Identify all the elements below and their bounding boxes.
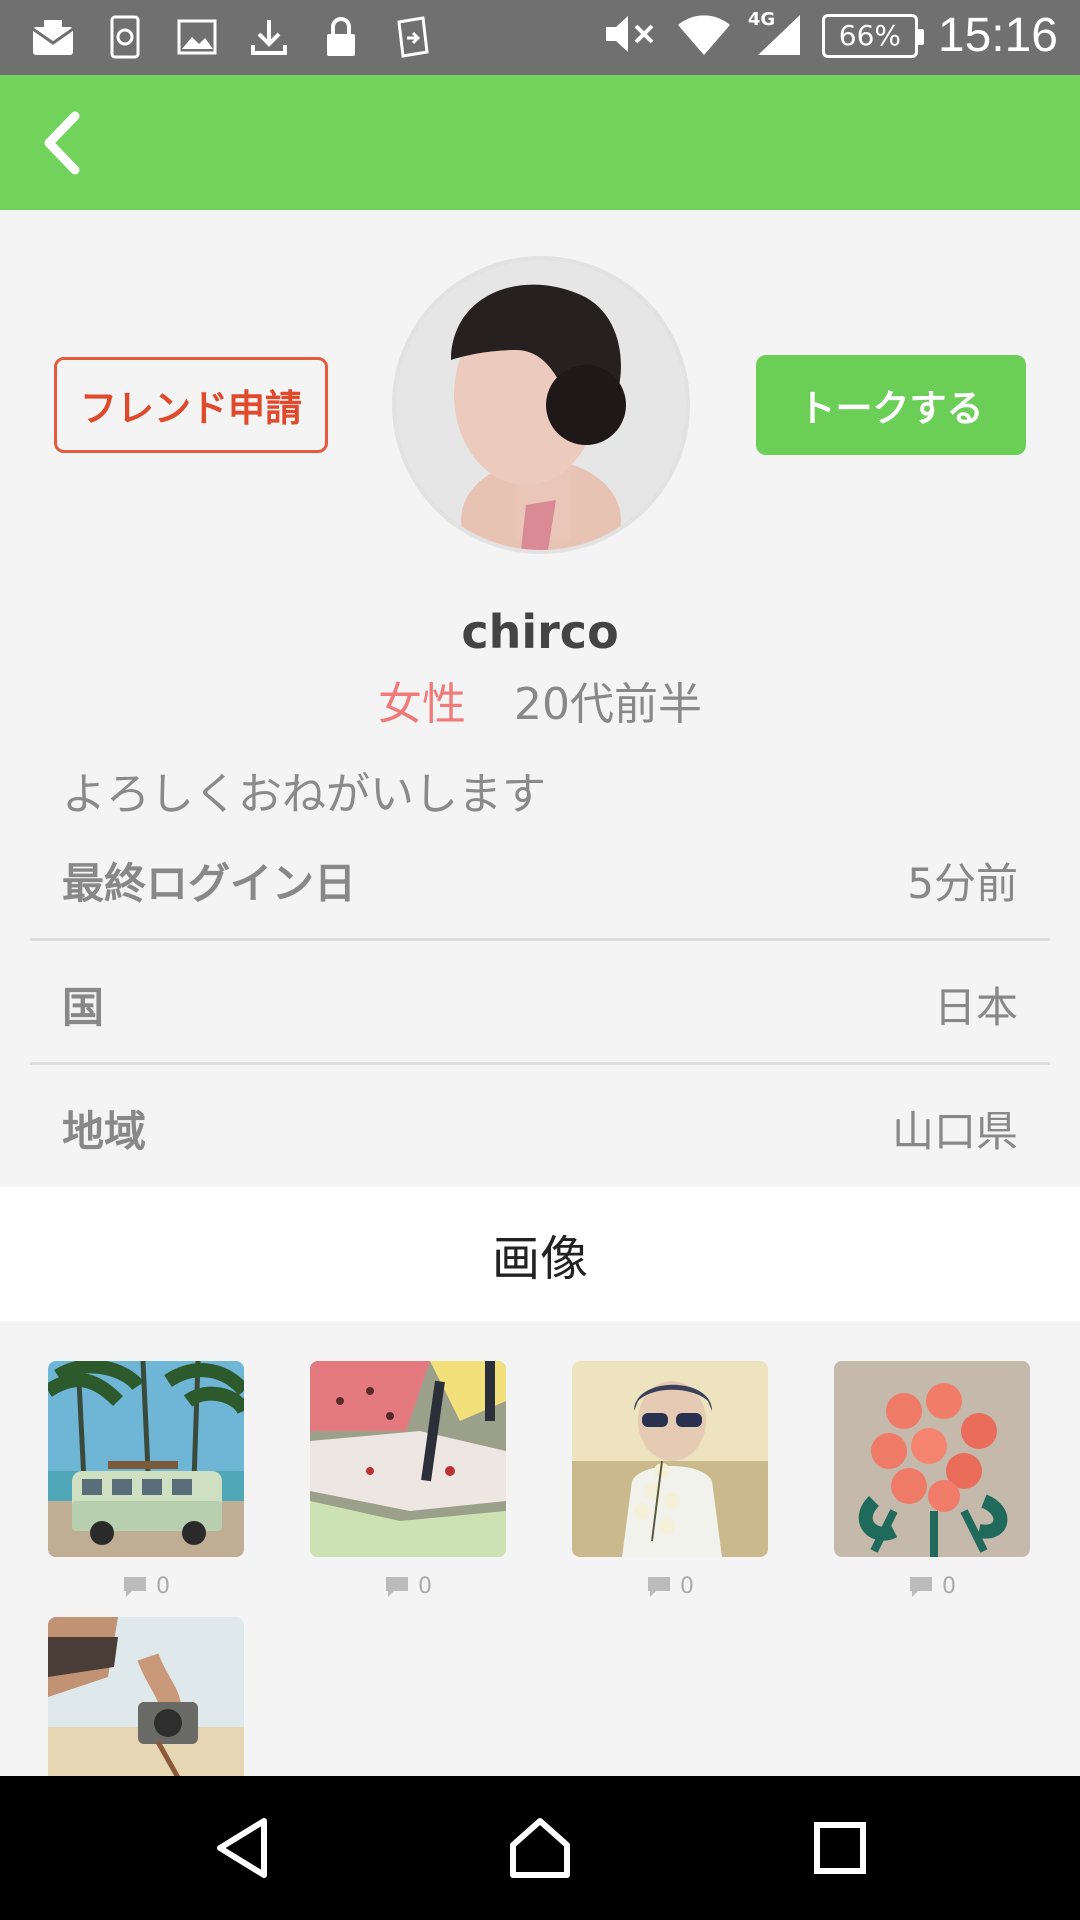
sync-icon <box>100 14 150 60</box>
profile-bio: よろしくおねがいします <box>62 769 546 820</box>
comment-count-value: 0 <box>680 1574 694 1599</box>
age-label: 20代前半 <box>514 679 702 730</box>
system-navigation-bar <box>0 1776 1080 1920</box>
comment-count: 0 <box>310 1574 506 1599</box>
username: chirco <box>461 605 619 659</box>
nav-recents-button[interactable] <box>795 1806 885 1890</box>
app-icon <box>388 14 438 60</box>
signal-icon: 4G <box>748 9 802 61</box>
comment-icon <box>124 1576 146 1597</box>
comment-count: 0 <box>48 1574 244 1599</box>
talk-button[interactable]: トークする <box>756 355 1026 455</box>
image-icon <box>172 14 222 60</box>
back-triangle-icon <box>217 1818 267 1878</box>
comment-count-value: 0 <box>156 1574 170 1599</box>
recents-square-icon <box>814 1822 866 1874</box>
comment-count: 0 <box>572 1574 768 1599</box>
chevron-left-icon <box>44 111 80 175</box>
mail-icon <box>28 14 78 60</box>
clock: 15:16 <box>937 9 1058 62</box>
images-section-header: 画像 <box>0 1187 1080 1321</box>
detail-value: 5分前 <box>907 859 1018 908</box>
nav-home-button[interactable] <box>495 1806 585 1890</box>
image-thumbnail-roses[interactable] <box>834 1361 1030 1557</box>
image-thumbnail-gelato[interactable] <box>310 1361 506 1557</box>
image-thumbnail-beach-van[interactable] <box>48 1361 244 1557</box>
wifi-icon <box>676 11 732 61</box>
comment-count: 0 <box>834 1574 1030 1599</box>
comment-icon <box>910 1576 932 1597</box>
friend-request-button[interactable]: フレンド申請 <box>54 357 328 453</box>
comment-icon <box>386 1576 408 1597</box>
comment-icon <box>648 1576 670 1597</box>
app-header <box>0 75 1080 210</box>
detail-value: 山口県 <box>891 1107 1018 1156</box>
section-title: 画像 <box>491 1231 588 1287</box>
home-icon <box>510 1818 570 1878</box>
download-icon <box>244 14 294 60</box>
nav-back-button[interactable] <box>197 1806 287 1890</box>
image-thumbnail-woman-sunglasses[interactable] <box>572 1361 768 1557</box>
status-bar: 4G 66% 15:16 <box>0 0 1080 75</box>
avatar[interactable] <box>392 256 690 554</box>
image-thumbnail-camera-beach[interactable] <box>48 1617 244 1777</box>
battery-indicator: 66% <box>821 13 924 58</box>
profile-meta: 女性 20代前半 <box>0 668 1080 732</box>
comment-count-value: 0 <box>942 1574 956 1599</box>
mute-icon <box>602 12 656 60</box>
detail-value: 日本 <box>933 983 1018 1032</box>
back-button[interactable] <box>22 103 102 183</box>
detail-label: 地域 <box>62 1107 147 1156</box>
gender-label: 女性 <box>378 679 466 730</box>
detail-label: 国 <box>62 983 105 1032</box>
detail-row-last-login: 最終ログイン日 5分前 <box>30 816 1050 940</box>
detail-label: 最終ログイン日 <box>62 859 357 908</box>
battery-level: 66% <box>838 19 901 52</box>
comment-count-value: 0 <box>418 1574 432 1599</box>
detail-row-region: 地域 山口県 <box>30 1064 1050 1188</box>
network-type-label: 4G <box>747 8 776 30</box>
detail-row-country: 国 日本 <box>30 940 1050 1064</box>
lock-icon <box>316 14 366 60</box>
